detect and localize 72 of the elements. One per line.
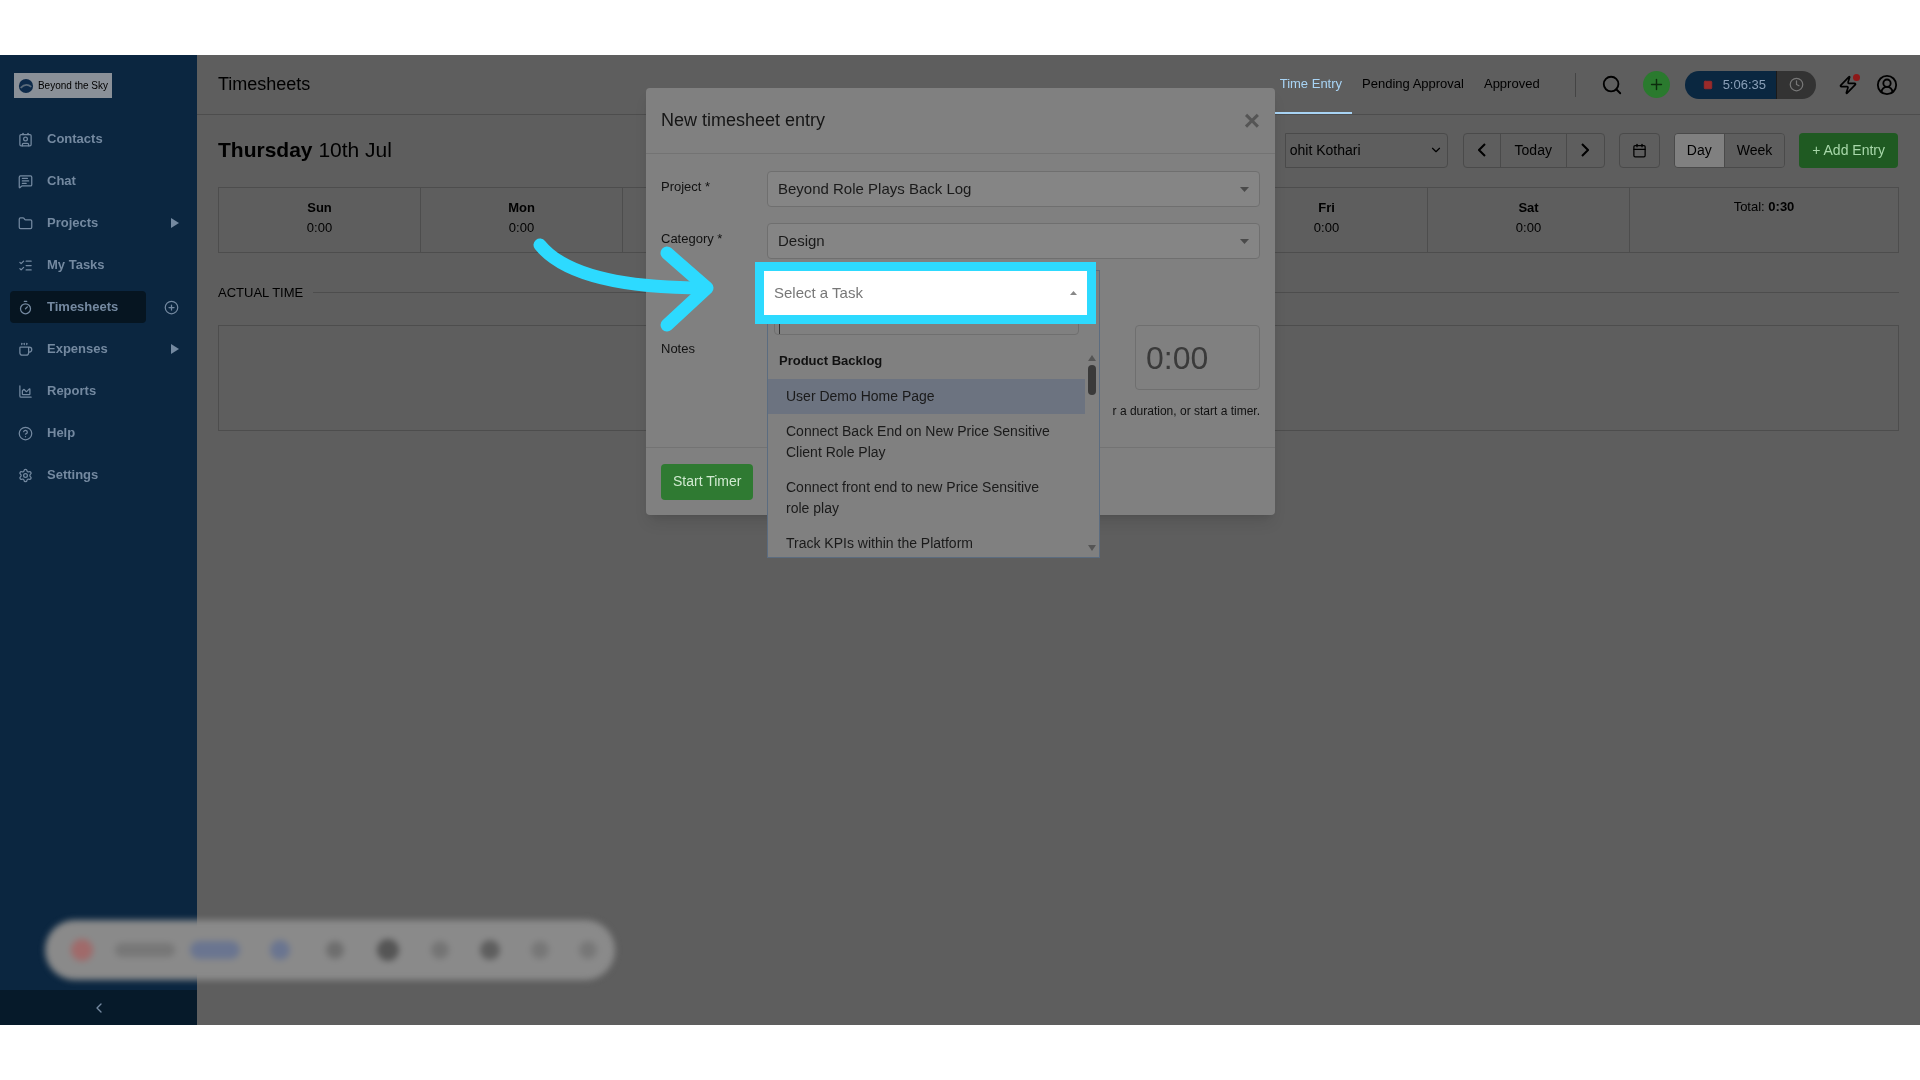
chevron-right-icon — [1581, 143, 1590, 157]
folder-icon — [18, 215, 33, 231]
hint-text: r a duration, or start a timer. — [1112, 403, 1260, 420]
sidebar-item[interactable]: Chat — [10, 165, 146, 197]
field-label: Project * — [661, 178, 712, 196]
sidebar-item[interactable]: Reports — [10, 375, 146, 407]
day-label: Sat — [1518, 199, 1539, 217]
select-field[interactable]: Beyond Role Plays Back Log — [767, 171, 1260, 207]
week-total: Total: 0:30 — [1733, 198, 1795, 216]
duration-field[interactable]: 0:00 — [1135, 325, 1260, 390]
field-label: Notes — [661, 340, 695, 358]
user-select[interactable]: ohit Kothari — [1284, 132, 1448, 168]
page-title: Timesheets — [218, 73, 311, 96]
tab[interactable]: Approved — [1473, 55, 1550, 114]
add-entry-button[interactable]: + Add Entry — [1799, 132, 1898, 168]
task-option[interactable]: User Demo Home Page — [768, 378, 1085, 414]
tab[interactable]: Pending Approval — [1352, 55, 1474, 114]
search-icon[interactable] — [1600, 73, 1623, 96]
contact-card-icon — [18, 131, 33, 147]
checklist-icon — [18, 257, 33, 273]
logo-icon — [18, 76, 34, 95]
field-label: Category * — [661, 230, 724, 248]
history-button[interactable] — [1776, 70, 1816, 99]
settings-icon — [18, 467, 33, 483]
day-label: Sun — [307, 199, 332, 217]
chevron-left-icon — [1477, 143, 1486, 157]
day-label: Fri — [1318, 199, 1335, 217]
task-option[interactable]: Track KPIs within the Platform — [768, 525, 1085, 557]
sidebar-item[interactable]: Expenses — [10, 333, 146, 365]
timer-pill[interactable]: 5:06:35 — [1684, 70, 1776, 99]
task-select[interactable]: Select a Task — [764, 271, 1087, 315]
logo: Beyond the Sky — [14, 73, 112, 98]
group-heading: Product Backlog — [779, 352, 884, 370]
cup-icon — [18, 341, 33, 357]
task-option[interactable]: Connect Back End on New Price Sensitive Client Role Play — [768, 413, 1085, 470]
day-total: 0:00 — [1515, 218, 1542, 237]
day-total: 0:00 — [1313, 218, 1340, 237]
section-heading: ACTUAL TIME — [218, 284, 304, 302]
stop-icon[interactable] — [1702, 79, 1713, 90]
search-input[interactable] — [774, 321, 1079, 335]
chart-icon — [18, 383, 33, 399]
start-timer-button[interactable]: Start Timer — [661, 463, 754, 500]
day-total: 0:00 — [306, 218, 333, 237]
user-icon[interactable] — [1876, 73, 1898, 96]
sidebar-item[interactable]: Timesheets — [10, 291, 146, 323]
sidebar-item[interactable]: My Tasks — [10, 249, 146, 281]
select-field[interactable]: Design — [767, 223, 1260, 259]
day-total: 0:00 — [508, 218, 535, 237]
task-option[interactable]: Connect front end to new Price Sensitive role play — [768, 469, 1085, 526]
dropdown-icon — [1070, 291, 1077, 295]
calendar-button[interactable] — [1618, 132, 1660, 168]
help-icon — [18, 425, 33, 441]
day-label: Mon — [508, 199, 535, 217]
scroll-up-icon[interactable] — [1088, 355, 1096, 361]
sidebar-item[interactable]: Help — [10, 417, 146, 449]
sidebar-item[interactable]: Contacts — [10, 123, 146, 155]
add-icon[interactable] — [164, 299, 179, 315]
view-toggle[interactable]: Day — [1674, 133, 1724, 167]
sidebar-item[interactable]: Settings — [10, 459, 146, 491]
sidebar-item[interactable]: Projects — [10, 207, 146, 239]
scroll-thumb[interactable] — [1088, 365, 1096, 395]
view-toggle[interactable]: Week — [1723, 133, 1785, 167]
lightning-icon[interactable] — [1838, 74, 1858, 95]
modal-title: New timesheet entry — [661, 109, 826, 132]
scroll-down-icon[interactable] — [1088, 545, 1096, 551]
date-heading: Thursday 10th Jul — [218, 137, 392, 164]
clock-icon — [1789, 77, 1804, 92]
chat-icon — [18, 173, 33, 189]
dropdown-icon — [1240, 238, 1249, 244]
calendar-icon — [1631, 142, 1647, 158]
stopwatch-icon — [18, 299, 33, 315]
dropdown-icon — [1240, 186, 1249, 192]
